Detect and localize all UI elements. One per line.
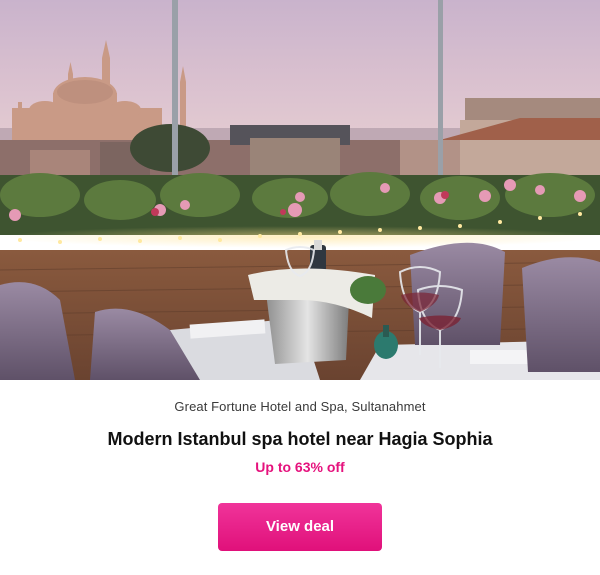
deal-headline[interactable]: Modern Istanbul spa hotel near Hagia Sop…: [0, 429, 600, 450]
discount-label: Up to 63% off: [255, 459, 345, 475]
view-deal-button[interactable]: View deal: [218, 503, 382, 551]
hotel-name: Great Fortune Hotel and Spa, Sultanahmet: [174, 399, 426, 414]
hotel-photo[interactable]: [0, 0, 600, 380]
deal-card[interactable]: Great Fortune Hotel and Spa, Sultanahmet…: [0, 0, 600, 575]
hotel-photo-illustration: [0, 0, 600, 380]
deal-info: Great Fortune Hotel and Spa, Sultanahmet…: [0, 380, 600, 575]
